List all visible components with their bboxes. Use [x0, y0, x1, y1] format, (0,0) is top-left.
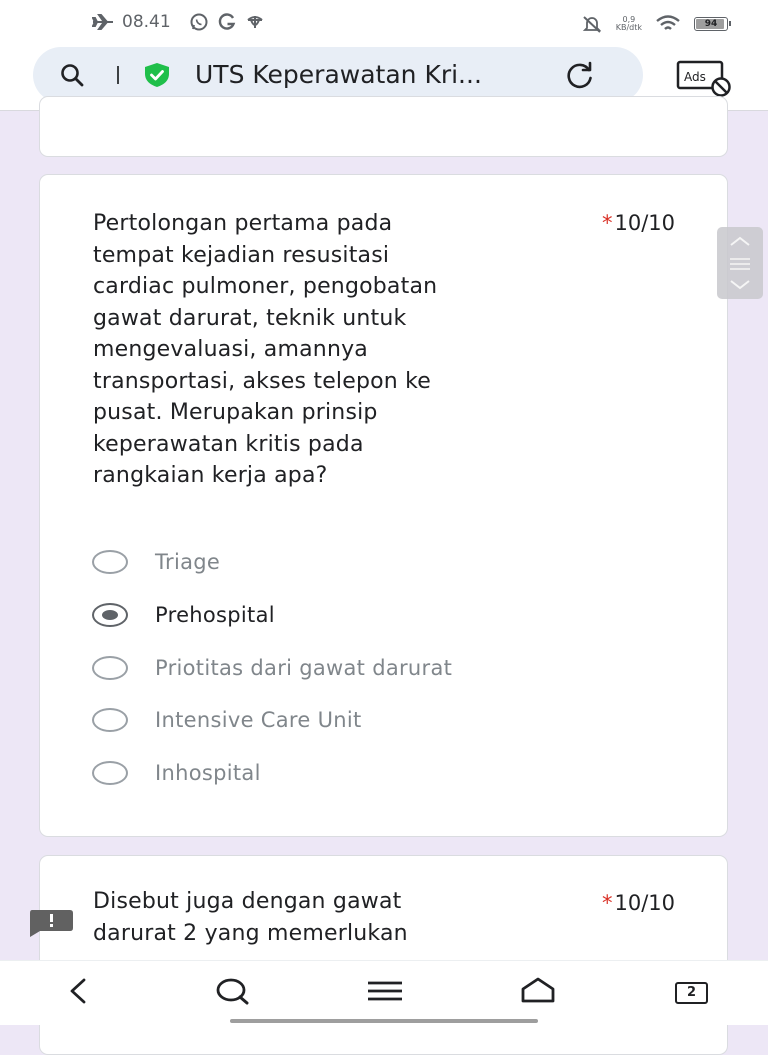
answer-option[interactable]: Triage	[92, 536, 452, 589]
answer-options: Triage Prehospital Priotitas dari gawat …	[92, 536, 452, 799]
question-points: *10/10	[602, 889, 675, 917]
mute-icon	[582, 16, 601, 33]
radio-button[interactable]	[92, 603, 128, 628]
home-indicator[interactable]	[230, 1019, 538, 1023]
search-icon[interactable]	[60, 63, 84, 87]
option-label[interactable]: Inhospital	[155, 761, 261, 785]
option-label[interactable]: Priotitas dari gawat darurat	[155, 656, 452, 680]
answer-option[interactable]: Prehospital	[92, 589, 452, 642]
ads-label: Ads	[684, 70, 706, 84]
radio-button[interactable]	[92, 655, 128, 680]
previous-question-card	[39, 96, 728, 157]
search-icon[interactable]	[212, 975, 252, 1007]
reload-icon[interactable]	[565, 61, 595, 89]
google-icon	[218, 13, 235, 30]
question-card-next: Disebut juga dengan gawat darurat 2 yang…	[39, 855, 728, 1055]
scroll-up-icon	[730, 236, 750, 290]
required-mark: *	[601, 891, 613, 915]
battery-value: 94	[704, 19, 718, 29]
option-label[interactable]: Prehospital	[155, 603, 275, 627]
page-title[interactable]: UTS Keperawatan Kri...	[195, 60, 482, 90]
answer-option[interactable]: Intensive Care Unit	[92, 694, 452, 747]
option-label[interactable]: Intensive Care Unit	[155, 708, 362, 732]
fast-scroll-handle[interactable]	[717, 227, 763, 299]
status-bar: 08.41 0,9 KB/dtk 94	[0, 0, 768, 46]
address-divider	[117, 66, 119, 84]
question-text: Disebut juga dengan gawat darurat 2 yang…	[93, 889, 408, 946]
question-points: *10/10	[602, 209, 675, 237]
whatsapp-icon	[190, 13, 208, 31]
battery-icon: 94	[694, 17, 731, 31]
feedback-icon[interactable]	[28, 909, 74, 937]
shield-icon[interactable]	[143, 62, 171, 88]
network-speed-unit: KB/dtk	[615, 23, 642, 32]
answer-option[interactable]: Inhospital	[92, 747, 452, 800]
network-speed: 0,9 KB/dtk	[616, 16, 642, 32]
app-icon	[247, 16, 263, 28]
question-card: Pertolongan pertama pada tempat kejadian…	[39, 174, 728, 837]
radio-button[interactable]	[92, 708, 128, 733]
back-icon[interactable]	[58, 975, 98, 1007]
airplane-icon	[92, 14, 113, 30]
required-mark: *	[601, 211, 613, 235]
option-label[interactable]: Triage	[155, 550, 220, 574]
points-value: 10/10	[614, 211, 675, 235]
status-left: 08.41	[92, 12, 265, 32]
status-time: 08.41	[122, 12, 171, 32]
ads-block-icon[interactable]: Ads	[676, 57, 734, 97]
radio-button[interactable]	[92, 761, 128, 786]
points-value: 10/10	[614, 891, 675, 915]
browser-chrome: 08.41 0,9 KB/dtk 94 UTS Keperawatan Kri.…	[0, 0, 768, 111]
home-icon[interactable]	[518, 975, 558, 1007]
address-bar[interactable]: UTS Keperawatan Kri...	[33, 47, 643, 103]
wifi-icon	[656, 15, 680, 30]
menu-icon[interactable]	[365, 975, 405, 1007]
bottom-navigation	[0, 960, 768, 1025]
question-text: Pertolongan pertama pada tempat kejadian…	[93, 211, 438, 488]
tabs-icon[interactable]: 2	[675, 982, 708, 1004]
status-right: 0,9 KB/dtk 94	[582, 14, 731, 34]
radio-button[interactable]	[92, 550, 128, 575]
answer-option[interactable]: Priotitas dari gawat darurat	[92, 641, 452, 694]
